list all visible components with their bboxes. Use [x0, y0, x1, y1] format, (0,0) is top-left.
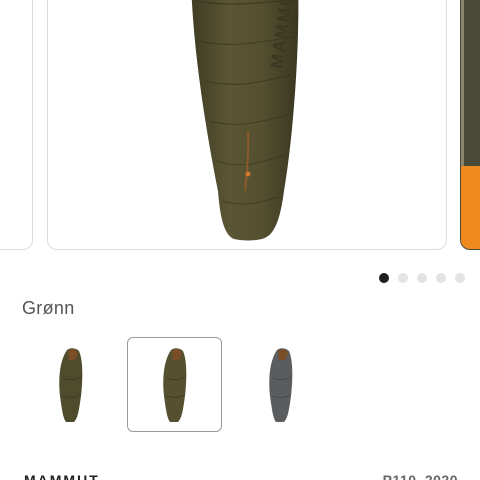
carousel-slide-main[interactable]: MAMMUT — [47, 0, 447, 250]
sleeping-bag-image: MAMMUT — [191, 0, 298, 241]
swatch-bag-image — [163, 348, 187, 422]
brand-name: MAMMUT — [24, 472, 100, 480]
swatch-bag-image — [269, 348, 293, 422]
product-meta-row: MAMMUT P110–2020 — [0, 472, 480, 480]
carousel-pagination[interactable] — [379, 273, 465, 283]
image-carousel[interactable]: MAMMUT — [0, 0, 480, 260]
swatch-bag-image — [59, 348, 83, 422]
carousel-dot-3[interactable] — [417, 273, 427, 283]
selected-color-label: Grønn — [22, 298, 75, 318]
carousel-dot-4[interactable] — [436, 273, 446, 283]
carousel-dot-1[interactable] — [379, 273, 389, 283]
color-swatch-olive[interactable] — [22, 337, 117, 432]
carousel-slide-next[interactable] — [460, 0, 480, 250]
color-swatch-grey[interactable] — [232, 337, 327, 432]
carousel-dot-2[interactable] — [398, 273, 408, 283]
carousel-slide-previous[interactable] — [0, 0, 33, 250]
carousel-dot-5[interactable] — [455, 273, 465, 283]
color-swatch-list — [22, 337, 327, 432]
product-sku: P110–2020 — [382, 472, 458, 480]
color-swatch-olive-alt[interactable] — [127, 337, 222, 432]
